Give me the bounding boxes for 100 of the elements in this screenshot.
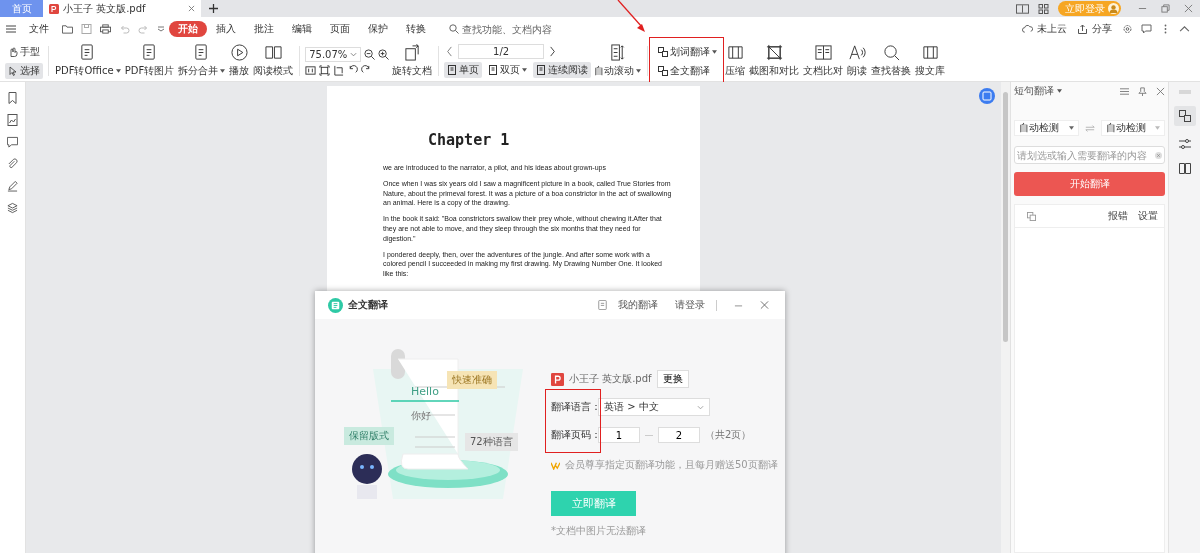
zoom-out-icon[interactable] xyxy=(364,48,376,60)
close-icon[interactable] xyxy=(760,300,769,310)
sample-text: Hello xyxy=(411,385,439,398)
comment-icon[interactable] xyxy=(7,136,18,148)
chevron-icon xyxy=(350,51,358,57)
auto-scroll-icon xyxy=(609,44,627,61)
image-icon[interactable] xyxy=(7,114,18,126)
share-link[interactable]: 分享 xyxy=(1092,22,1112,36)
menu-icon[interactable] xyxy=(1120,86,1129,96)
toolbar-button[interactable]: 自动滚动 xyxy=(593,44,643,78)
toolbar-button[interactable]: 截图和对比 xyxy=(748,44,801,78)
search-field[interactable]: 查找功能、文档内容 xyxy=(449,23,582,35)
settings-icon[interactable] xyxy=(1122,24,1133,34)
grid-icon[interactable] xyxy=(1037,3,1050,14)
file-name: 小王子 英文版.pdf xyxy=(569,372,652,386)
close-icon[interactable] xyxy=(1184,4,1193,13)
view-mode-button[interactable]: 双页 xyxy=(485,62,531,78)
caret-icon xyxy=(636,69,642,73)
sample-text: 你好 xyxy=(411,409,431,423)
toolbar-button[interactable]: 查找替换 xyxy=(870,44,913,78)
print-icon[interactable] xyxy=(100,24,111,34)
toolbar-button[interactable]: PDF转Office xyxy=(54,44,122,78)
cloud-status[interactable]: 未上云 xyxy=(1037,22,1067,36)
fit-page-icon[interactable] xyxy=(319,64,331,76)
bookmark-icon[interactable] xyxy=(7,92,18,104)
layout-icon[interactable] xyxy=(1016,3,1029,14)
tool-button[interactable]: 手型 xyxy=(5,43,43,60)
chevron-icon xyxy=(697,404,704,410)
menu-tab[interactable]: 编辑 xyxy=(283,21,321,37)
close-icon[interactable] xyxy=(1156,86,1165,96)
tool-button[interactable]: 选择 xyxy=(5,62,43,79)
menu-tab[interactable]: 批注 xyxy=(245,21,283,37)
toolbar-button[interactable]: 文档比对 xyxy=(802,44,845,78)
vip-icon xyxy=(551,460,560,470)
translate-input[interactable]: 请划选或输入需要翻译的内容 xyxy=(1014,146,1165,164)
translate-tab[interactable] xyxy=(1173,106,1196,126)
language-select[interactable]: 英语 > 中文 xyxy=(598,398,710,416)
toolbar-button[interactable]: 旋转文档 xyxy=(391,44,434,78)
my-translations-link[interactable]: 我的翻译 xyxy=(618,298,658,312)
scrollbar[interactable] xyxy=(1001,82,1010,553)
footnote: *文档中图片无法翻译 xyxy=(551,524,647,538)
login-link[interactable]: 请登录 xyxy=(675,298,705,312)
menu-icon[interactable] xyxy=(6,25,16,33)
restore-icon[interactable] xyxy=(1161,4,1170,13)
panel-link[interactable]: 设置 xyxy=(1138,209,1158,223)
pdf-file-icon xyxy=(551,372,564,386)
paperclip-icon[interactable] xyxy=(7,158,18,170)
toolbar-button[interactable]: 压缩 xyxy=(724,44,747,78)
panel-link[interactable]: 报错 xyxy=(1108,209,1128,223)
change-file-button[interactable]: 更换 xyxy=(656,370,689,388)
language-select[interactable]: 自动检测 xyxy=(1014,120,1079,136)
translate-icon xyxy=(658,65,669,76)
panel-title[interactable]: 短句翻译 xyxy=(1014,84,1054,98)
copy-icon[interactable] xyxy=(1027,211,1036,221)
new-tab-icon[interactable] xyxy=(209,4,218,13)
toolbar-button[interactable]: 阅读模式 xyxy=(252,44,295,78)
translate-button[interactable]: 全文翻译 xyxy=(655,62,721,79)
menu-tab[interactable]: 插入 xyxy=(207,21,245,37)
collapse-icon[interactable] xyxy=(1179,24,1190,34)
fit-width-icon[interactable] xyxy=(333,64,345,76)
zoom-field[interactable]: 75.07% xyxy=(305,46,362,62)
translate-icon xyxy=(1178,110,1191,122)
cursor-icon xyxy=(8,65,18,76)
library-icon xyxy=(921,44,939,61)
annotation-arrow xyxy=(617,0,648,33)
translate-button[interactable]: 划词翻译 xyxy=(655,43,721,60)
pdf-file-icon xyxy=(49,3,59,14)
menu-tab[interactable]: 文件 xyxy=(20,21,58,37)
toolbar-button[interactable]: 播放 xyxy=(228,44,251,78)
clear-icon[interactable] xyxy=(1155,151,1162,159)
sliders-icon[interactable] xyxy=(1178,138,1191,150)
menu-tab[interactable]: 转换 xyxy=(397,21,435,37)
feature-label: 72种语言 xyxy=(465,433,518,451)
folder-icon[interactable] xyxy=(62,24,73,34)
language-select[interactable]: 自动检测 xyxy=(1100,120,1165,136)
pin-icon[interactable] xyxy=(1138,86,1147,96)
layers-icon[interactable] xyxy=(7,202,18,214)
page-field[interactable]: 1/2 xyxy=(458,44,545,59)
toolbar-button[interactable]: 搜文库 xyxy=(914,44,947,78)
toolbar-button[interactable]: 拆分合并 xyxy=(177,44,227,78)
play-icon xyxy=(230,44,248,61)
speaker-icon xyxy=(848,44,866,61)
dropdown-icon[interactable] xyxy=(157,26,165,32)
view-mode-button[interactable]: 单页 xyxy=(444,62,483,78)
toolbar-button[interactable]: PDF转图片 xyxy=(123,44,176,78)
comment-icon[interactable] xyxy=(1141,24,1152,34)
zoom-in-icon[interactable] xyxy=(378,48,390,60)
menu-tab[interactable]: 页面 xyxy=(321,21,359,37)
view-mode-button[interactable]: 连续阅读 xyxy=(533,62,592,78)
toolbar-button[interactable]: 朗读 xyxy=(846,44,869,78)
close-icon[interactable] xyxy=(188,5,195,12)
page-to-field[interactable]: 2 xyxy=(658,427,700,443)
cloud-icon xyxy=(1022,24,1033,34)
menu-tab[interactable]: 开始 xyxy=(169,21,207,37)
save-icon[interactable] xyxy=(81,24,92,34)
translate-float-icon[interactable] xyxy=(979,88,995,104)
page-from-field[interactable]: 1 xyxy=(598,427,640,443)
menu-tab[interactable]: 保护 xyxy=(359,21,397,37)
tab[interactable]: 小王子 英文版.pdf xyxy=(43,0,201,17)
signature-icon[interactable] xyxy=(7,180,18,192)
